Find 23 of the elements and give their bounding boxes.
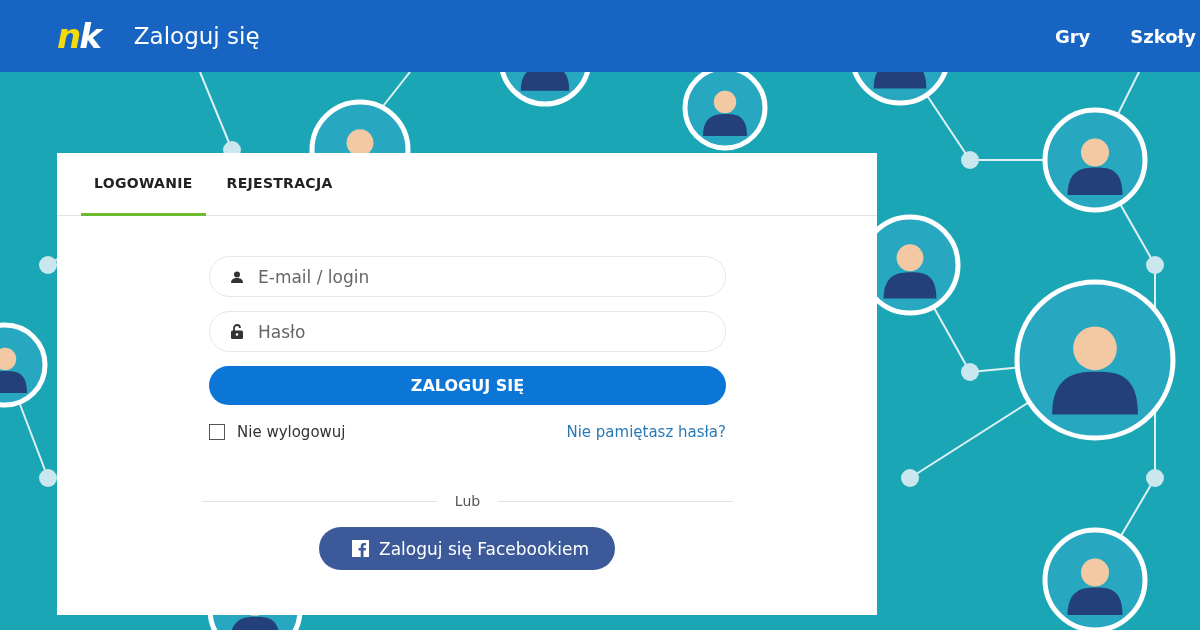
- checkbox[interactable]: [209, 424, 225, 440]
- user-icon: [231, 270, 243, 283]
- network-node: [39, 256, 57, 274]
- divider-label: Lub: [454, 493, 481, 509]
- network-node: [1146, 256, 1164, 274]
- network-node: [39, 469, 57, 487]
- tab[interactable]: REJESTRACJA: [213, 153, 346, 216]
- network-node: [901, 469, 919, 487]
- login-button[interactable]: ZALOGUJ SIĘ: [209, 366, 726, 405]
- forgot-password-link[interactable]: Nie pamiętasz hasła?: [566, 423, 726, 441]
- lock-icon: [231, 324, 243, 339]
- network-node: [961, 363, 979, 381]
- nav-link[interactable]: Gry: [1054, 25, 1091, 47]
- page-title: Zaloguj się: [133, 23, 260, 49]
- facebook-login-button[interactable]: Zaloguj się Facebookiem: [319, 527, 615, 570]
- network-node: [961, 151, 979, 169]
- nav-link[interactable]: Szkoły: [1130, 25, 1196, 47]
- tab[interactable]: LOGOWANIE: [81, 153, 206, 216]
- password-field[interactable]: Hasło: [209, 311, 726, 352]
- network-node: [1146, 469, 1164, 487]
- facebook-icon: [352, 540, 369, 557]
- checkbox-label: Nie wylogowuj: [237, 423, 346, 441]
- login-field[interactable]: E-mail / login: [209, 256, 726, 297]
